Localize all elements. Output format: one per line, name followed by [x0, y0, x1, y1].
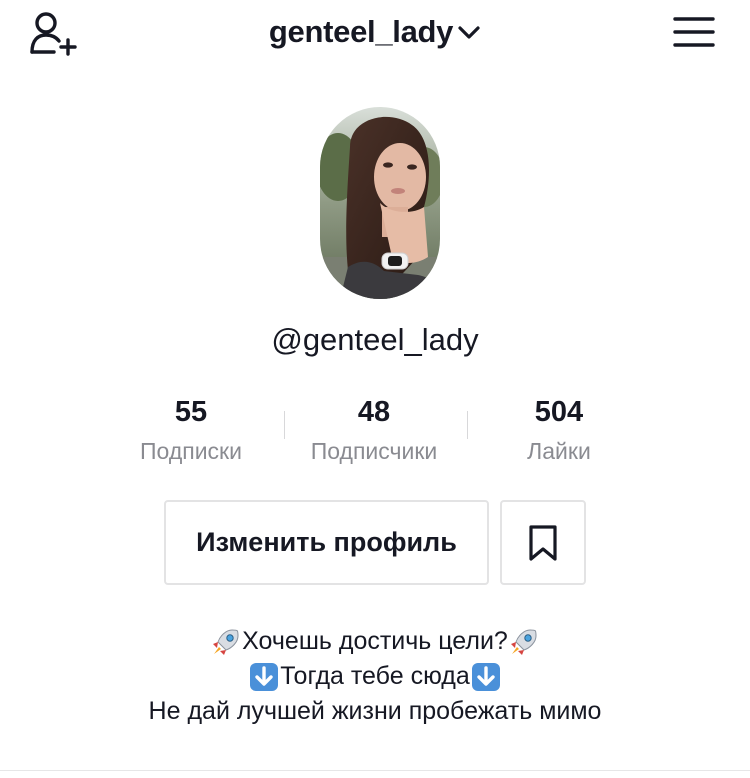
- bio-line-2-text: Тогда тебе сюда: [280, 662, 470, 690]
- stat-following-label: Подписки: [140, 438, 242, 464]
- stat-following-count: 55: [174, 396, 208, 428]
- menu-button[interactable]: [672, 14, 716, 50]
- top-bar: genteel_lady: [0, 0, 750, 70]
- profile-page: genteel_lady @genteel_lady 55 Подписки 4…: [0, 0, 750, 778]
- down-arrow-emoji: [471, 662, 500, 691]
- stat-divider: [467, 411, 468, 439]
- profile-bio: Хочешь достичь цели? Тогда тебе сюда Не …: [0, 624, 750, 729]
- bookmarks-button[interactable]: [500, 500, 586, 585]
- bio-line-1-text: Хочешь достичь цели?: [242, 627, 508, 655]
- rocket-emoji: [213, 628, 239, 655]
- rocket-emoji: [510, 628, 537, 655]
- bookmark-icon: [529, 524, 557, 561]
- edit-profile-button[interactable]: Изменить профиль: [164, 500, 489, 585]
- account-switcher[interactable]: genteel_lady: [255, 12, 495, 52]
- profile-handle: @genteel_lady: [271, 322, 479, 357]
- add-user-button[interactable]: [28, 10, 82, 56]
- stat-followers-label: Подписчики: [310, 438, 438, 464]
- bio-line-1: Хочешь достичь цели?: [0, 624, 750, 659]
- stat-followers-count: 48: [357, 396, 391, 428]
- stat-likes-count: 504: [534, 396, 584, 428]
- bio-line-3-text: Не дай лучшей жизни пробежать мимо: [148, 697, 602, 725]
- bio-line-2: Тогда тебе сюда: [0, 659, 750, 694]
- profile-stats: 55 Подписки 48 Подписчики 504 Лайки: [0, 392, 750, 472]
- hamburger-menu-icon: [673, 17, 715, 47]
- down-arrow-emoji: [250, 662, 279, 691]
- header-username: genteel_lady: [268, 14, 454, 49]
- add-user-icon: [30, 12, 77, 56]
- stat-following[interactable]: 55 Подписки: [101, 392, 281, 468]
- avatar[interactable]: [320, 107, 440, 299]
- stat-followers[interactable]: 48 Подписчики: [284, 392, 464, 468]
- bio-line-3: Не дай лучшей жизни пробежать мимо: [0, 694, 750, 729]
- chevron-down-icon: [458, 26, 480, 39]
- divider: [0, 770, 750, 771]
- profile-photo: [320, 107, 440, 299]
- stat-likes[interactable]: 504 Лайки: [469, 392, 649, 468]
- stat-likes-label: Лайки: [527, 438, 591, 464]
